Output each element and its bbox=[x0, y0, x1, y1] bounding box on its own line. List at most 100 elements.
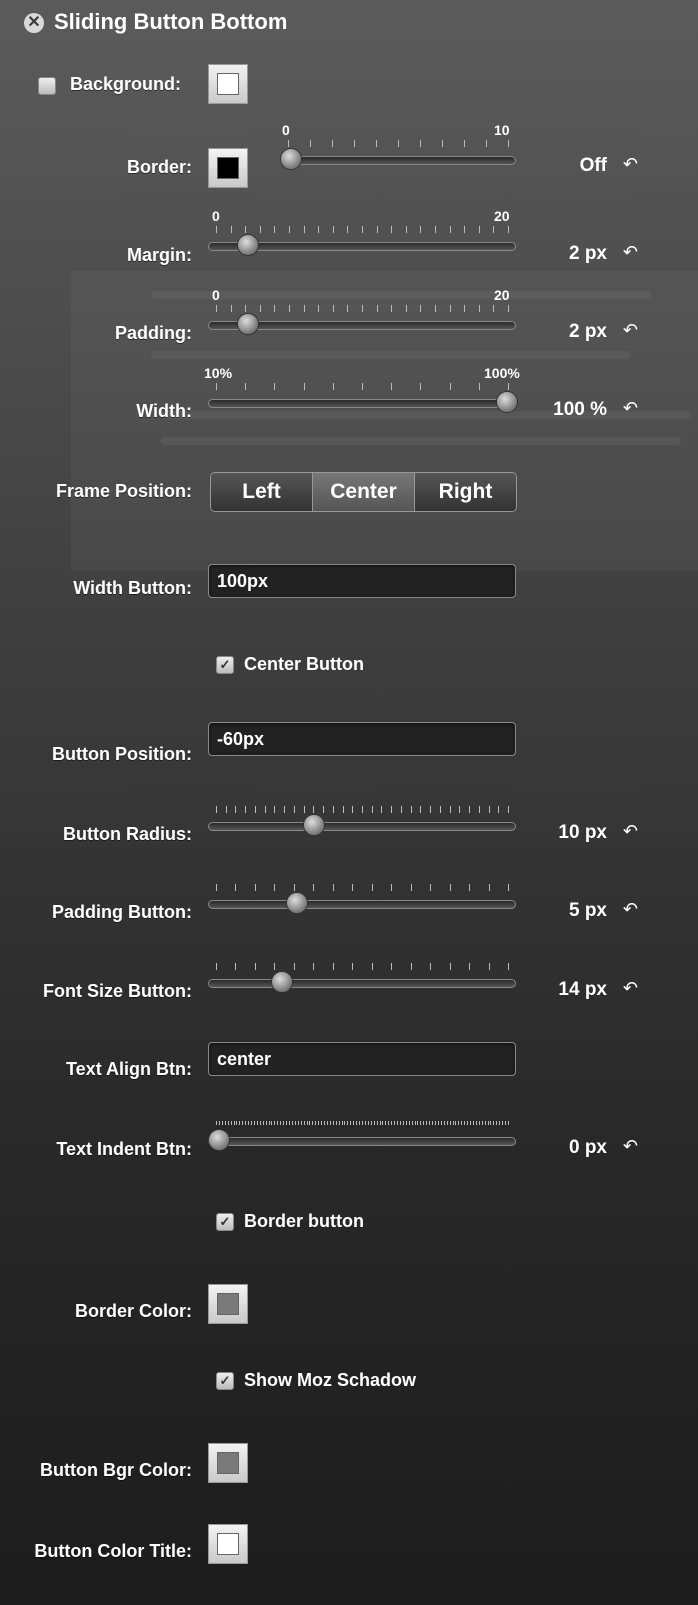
slider-tick bbox=[347, 1121, 349, 1125]
slider-track[interactable] bbox=[208, 399, 516, 408]
undo-arrow-icon[interactable]: ↶ bbox=[623, 154, 638, 175]
slider-track[interactable] bbox=[208, 979, 516, 988]
slider-tick bbox=[486, 140, 487, 147]
frame-position-segmented-control[interactable]: Left Center Right bbox=[210, 472, 517, 512]
width-slider[interactable]: 10% 100% bbox=[204, 365, 520, 415]
width-button-input[interactable] bbox=[209, 565, 515, 597]
slider-tick bbox=[265, 1121, 267, 1125]
frame-position-label: Frame Position: bbox=[55, 481, 192, 501]
slider-tick bbox=[332, 806, 334, 813]
frame-position-right[interactable]: Right bbox=[415, 473, 516, 511]
frame-position-center[interactable]: Center bbox=[313, 473, 415, 511]
slider-tick bbox=[326, 1121, 328, 1125]
border-color-value bbox=[217, 1293, 239, 1315]
margin-max-label: 20 bbox=[494, 208, 510, 224]
width-button-field[interactable] bbox=[208, 564, 516, 598]
margin-slider[interactable]: 0 20 bbox=[208, 208, 516, 258]
slider-tick bbox=[332, 305, 334, 312]
slider-tick bbox=[508, 383, 509, 390]
slider-knob[interactable] bbox=[236, 313, 259, 335]
slider-tick bbox=[227, 1121, 229, 1125]
slider-tick bbox=[493, 226, 495, 233]
slider-tick bbox=[216, 226, 217, 233]
slider-knob[interactable] bbox=[271, 971, 294, 993]
text-align-btn-input[interactable] bbox=[209, 1043, 515, 1075]
slider-tick bbox=[230, 1121, 232, 1125]
slider-tick bbox=[303, 383, 305, 390]
text-indent-btn-slider[interactable] bbox=[208, 1103, 516, 1153]
slider-tick bbox=[382, 1121, 384, 1125]
slider-track[interactable] bbox=[208, 1137, 516, 1146]
slider-knob[interactable] bbox=[285, 892, 308, 914]
slider-tick bbox=[253, 1121, 255, 1125]
undo-arrow-icon[interactable]: ↶ bbox=[623, 821, 638, 842]
slider-tick bbox=[323, 806, 325, 813]
slider-tick bbox=[216, 305, 217, 312]
padding-value: 2 px bbox=[568, 321, 607, 342]
slider-tick bbox=[332, 1121, 334, 1125]
center-button-checkbox[interactable]: ✓ bbox=[216, 656, 234, 674]
slider-tick bbox=[420, 1121, 422, 1125]
border-color-row: Border Color: bbox=[0, 1284, 698, 1332]
border-min-label: 0 bbox=[282, 122, 290, 138]
slider-tick bbox=[385, 1121, 387, 1125]
close-icon[interactable]: ✕ bbox=[24, 13, 44, 33]
slider-tick bbox=[464, 226, 466, 233]
slider-tick bbox=[254, 884, 256, 891]
background-color-swatch[interactable] bbox=[208, 64, 248, 104]
undo-arrow-icon[interactable]: ↶ bbox=[623, 899, 638, 920]
button-position-input[interactable] bbox=[209, 723, 515, 755]
button-radius-slider[interactable] bbox=[208, 788, 516, 838]
slider-ticks bbox=[216, 806, 509, 814]
slider-tick bbox=[394, 1121, 396, 1125]
slider-knob[interactable] bbox=[303, 814, 326, 836]
slider-tick bbox=[309, 1121, 311, 1125]
slider-tick bbox=[449, 305, 451, 312]
slider-tick bbox=[235, 806, 237, 813]
slider-tick bbox=[362, 383, 363, 390]
slider-track[interactable] bbox=[208, 822, 516, 831]
slider-tick bbox=[376, 305, 378, 312]
slider-tick bbox=[429, 1121, 431, 1125]
slider-ticks bbox=[216, 305, 509, 313]
slider-knob[interactable] bbox=[496, 391, 518, 413]
slider-knob[interactable] bbox=[208, 1129, 230, 1151]
slider-tick bbox=[274, 963, 276, 970]
button-position-field[interactable] bbox=[208, 722, 516, 756]
show-moz-shadow-checkbox[interactable]: ✓ bbox=[216, 1372, 234, 1390]
slider-tick bbox=[371, 963, 373, 970]
slider-tick bbox=[235, 884, 237, 891]
slider-tick bbox=[225, 806, 227, 813]
slider-tick bbox=[398, 140, 399, 147]
border-button-checkbox[interactable]: ✓ bbox=[216, 1213, 234, 1231]
slider-tick bbox=[370, 1121, 372, 1125]
slider-tick bbox=[488, 806, 490, 813]
slider-tick bbox=[297, 1121, 299, 1125]
frame-position-left[interactable]: Left bbox=[211, 473, 313, 511]
slider-tick bbox=[318, 305, 320, 312]
undo-arrow-icon[interactable]: ↶ bbox=[623, 978, 638, 999]
slider-tick bbox=[352, 884, 354, 891]
slider-tick bbox=[391, 884, 393, 891]
undo-arrow-icon[interactable]: ↶ bbox=[623, 398, 638, 419]
slider-tick bbox=[306, 1121, 308, 1125]
undo-arrow-icon[interactable]: ↶ bbox=[623, 1136, 638, 1157]
slider-tick bbox=[488, 963, 490, 970]
slider-tick bbox=[356, 1121, 358, 1125]
slider-tick bbox=[274, 305, 276, 312]
font-size-button-slider[interactable] bbox=[208, 945, 516, 995]
background-checkbox[interactable] bbox=[38, 77, 56, 95]
undo-arrow-icon[interactable]: ↶ bbox=[623, 320, 638, 341]
padding-slider[interactable]: 0 20 bbox=[208, 287, 516, 337]
padding-button-slider[interactable] bbox=[208, 866, 516, 916]
undo-arrow-icon[interactable]: ↶ bbox=[623, 242, 638, 263]
slider-knob[interactable] bbox=[236, 234, 259, 256]
button-bgr-color-swatch[interactable] bbox=[208, 1443, 248, 1483]
border-color-swatch[interactable] bbox=[208, 1284, 248, 1324]
button-radius-value: 10 px bbox=[558, 822, 607, 843]
slider-tick bbox=[216, 383, 217, 390]
slider-track[interactable] bbox=[208, 900, 516, 909]
text-align-btn-field[interactable] bbox=[208, 1042, 516, 1076]
button-color-title-swatch[interactable] bbox=[208, 1524, 248, 1564]
inspector-panel: ✕ Sliding Button Bottom Background: Bord… bbox=[0, 0, 698, 1605]
